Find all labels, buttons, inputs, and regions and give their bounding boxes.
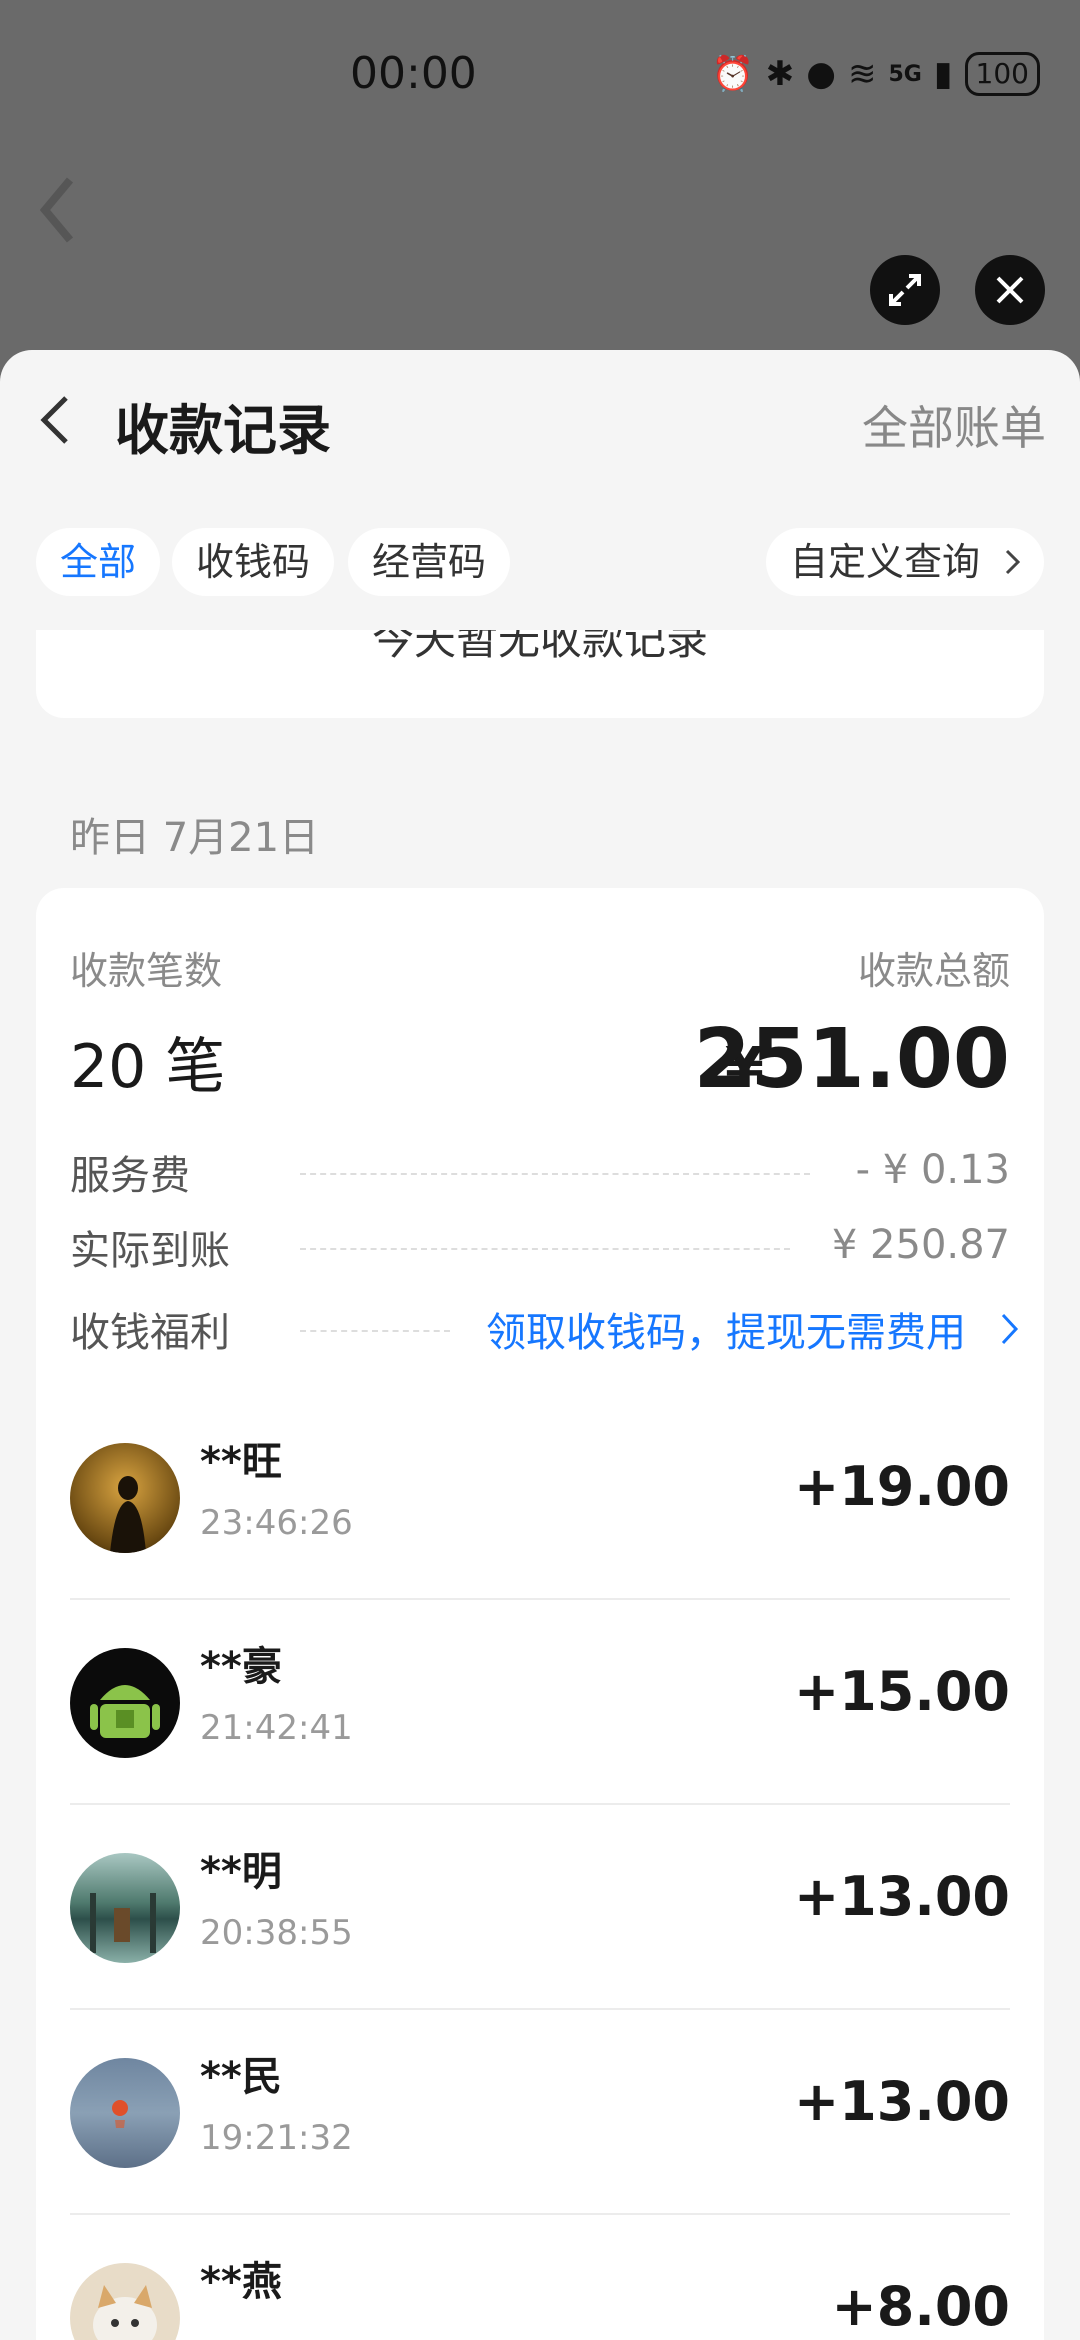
- custom-query-button[interactable]: 自定义查询: [765, 528, 1044, 596]
- custom-query-label: 自定义查询: [789, 540, 980, 584]
- payment-amount: +13.00: [793, 1865, 1010, 1928]
- page-title: 收款记录: [115, 399, 331, 462]
- payer-name: **豪: [200, 1644, 282, 1690]
- status-icons: ⏰ ✱ ● ≋ 5G ▮ 100: [711, 52, 1040, 96]
- payment-time: 19:21:32: [200, 2118, 353, 2158]
- net-value: ¥ 250.87: [831, 1222, 1010, 1268]
- payment-time: 21:42:41: [200, 1708, 353, 1748]
- total-label: 收款总额: [857, 949, 1010, 993]
- payment-amount: +8.00: [831, 2275, 1010, 2338]
- divider: [300, 1248, 790, 1250]
- net-label: 实际到账: [70, 1228, 230, 1274]
- alarm-icon: ⏰: [711, 54, 754, 94]
- payer-name: **旺: [200, 1439, 282, 1485]
- background-back-icon: [39, 177, 74, 243]
- bluetooth-icon: ✱: [765, 54, 795, 94]
- header: 收款记录 全部账单: [0, 350, 1080, 490]
- total-value: 251.00: [693, 1012, 1010, 1107]
- close-button[interactable]: [975, 255, 1045, 325]
- transaction-row[interactable]: **民 19:21:32 +13.00: [70, 2008, 1010, 2215]
- filter-bar: 全部 收钱码 经营码 自定义查询: [36, 528, 1044, 598]
- transaction-row[interactable]: **旺 23:46:26 +19.00: [70, 1393, 1010, 1600]
- divider: [300, 1330, 450, 1332]
- records-sheet: 收款记录 全部账单 全部 收钱码 经营码 自定义查询 今天暂无收款记录 昨日 7…: [0, 350, 1080, 2340]
- service-fee-value: - ¥ 0.13: [855, 1147, 1010, 1193]
- transaction-row[interactable]: **燕 +8.00: [70, 2213, 1010, 2340]
- service-fee-label: 服务费: [70, 1153, 190, 1199]
- payment-time: 20:38:55: [200, 1913, 353, 1953]
- close-icon: [996, 276, 1024, 304]
- filter-business-code[interactable]: 经营码: [348, 528, 511, 596]
- benefit-row[interactable]: 收钱福利 领取收钱码，提现无需费用: [70, 1300, 1019, 1358]
- payer-name: **明: [200, 1849, 282, 1895]
- status-time: 00:00: [350, 48, 477, 99]
- payer-name: **民: [200, 2054, 282, 2100]
- filter-all[interactable]: 全部: [36, 528, 161, 596]
- count-value: 20 笔: [70, 1032, 226, 1102]
- chevron-right-icon: [1005, 549, 1021, 575]
- location-icon: ●: [806, 54, 836, 94]
- avatar: [70, 2263, 180, 2340]
- payer-name: **燕: [200, 2259, 282, 2305]
- today-empty-text: 今天暂无收款记录: [371, 630, 708, 664]
- signal-icon: ▮: [933, 54, 953, 94]
- avatar: [70, 1443, 180, 1553]
- back-icon[interactable]: [36, 390, 76, 450]
- net-amount-row: 实际到账 ¥ 250.87: [70, 1218, 1010, 1274]
- expand-button[interactable]: [870, 255, 940, 325]
- service-fee-row: 服务费 - ¥ 0.13: [70, 1143, 1010, 1199]
- avatar: [70, 2058, 180, 2168]
- summary-card: 收款笔数 收款总额 20 笔 ¥ 251.00 服务费 - ¥ 0.13 实际到…: [36, 888, 1044, 2340]
- expand-icon: [889, 274, 921, 306]
- chevron-right-icon: [1001, 1313, 1019, 1345]
- divider: [300, 1173, 810, 1175]
- filter-qr-collect[interactable]: 收钱码: [172, 528, 335, 596]
- payment-time: 23:46:26: [200, 1503, 353, 1543]
- count-label: 收款笔数: [70, 949, 223, 993]
- transaction-row[interactable]: **豪 21:42:41 +15.00: [70, 1598, 1010, 1805]
- benefit-link[interactable]: 领取收钱码，提现无需费用: [486, 1300, 966, 1358]
- avatar: [70, 1853, 180, 1963]
- battery-icon: 100: [964, 52, 1040, 96]
- transaction-row[interactable]: **明 20:38:55 +13.00: [70, 1803, 1010, 2010]
- all-bill-link[interactable]: 全部账单: [862, 392, 1046, 458]
- today-card: 今天暂无收款记录: [36, 630, 1044, 718]
- wifi-icon: ≋: [847, 54, 877, 94]
- avatar: [70, 1648, 180, 1758]
- benefit-label: 收钱福利: [70, 1310, 230, 1356]
- payment-amount: +13.00: [793, 2070, 1010, 2133]
- network-label: 5G: [888, 61, 922, 87]
- payment-amount: +15.00: [793, 1660, 1010, 1723]
- date-label: 昨日 7月21日: [70, 815, 320, 861]
- payment-amount: +19.00: [793, 1455, 1010, 1518]
